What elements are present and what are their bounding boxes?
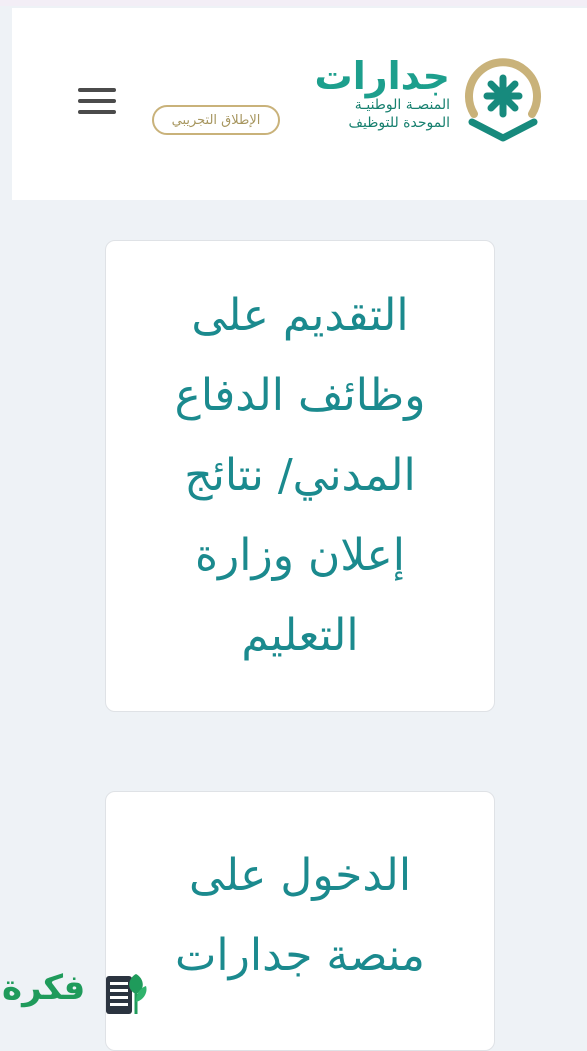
hamburger-menu-button[interactable]	[78, 88, 118, 126]
menu-bar-bottom	[78, 110, 116, 114]
beta-launch-label: الإطلاق التجريبي	[171, 112, 261, 128]
beta-launch-badge: الإطلاق التجريبي	[152, 105, 280, 135]
logo-subtitle-line2: الموحدة للتوظيف	[348, 115, 451, 131]
logo-subtitle-line1: المنصـة الوطنيـة	[354, 97, 450, 113]
civil-defense-jobs-title: التقديم على وظائف الدفاع المدني/ نتائج إ…	[174, 290, 426, 661]
menu-bar-top	[78, 88, 116, 92]
logo-wordmark[interactable]: جدارات المنصـة الوطنيـة الموحدة للتوظيف	[302, 56, 450, 132]
jadarat-login-card[interactable]: الدخول على منصة جدارات	[105, 791, 495, 1051]
civil-defense-jobs-card[interactable]: التقديم على وظائف الدفاع المدني/ نتائج إ…	[105, 240, 495, 712]
watermark-text: فكرة	[2, 968, 86, 1008]
site-header: الإطلاق التجريبي جدارات المنصـة الوطنيـة…	[12, 8, 587, 200]
logo-name: جدارات	[314, 54, 450, 98]
menu-bar-middle	[78, 99, 116, 103]
fikra-watermark: فكرة	[0, 960, 160, 1024]
jadarat-login-title: الدخول على منصة جدارات	[175, 850, 425, 981]
jadarat-emblem-icon[interactable]	[458, 56, 548, 146]
top-strip	[0, 0, 587, 6]
book-plant-icon	[106, 974, 147, 1014]
